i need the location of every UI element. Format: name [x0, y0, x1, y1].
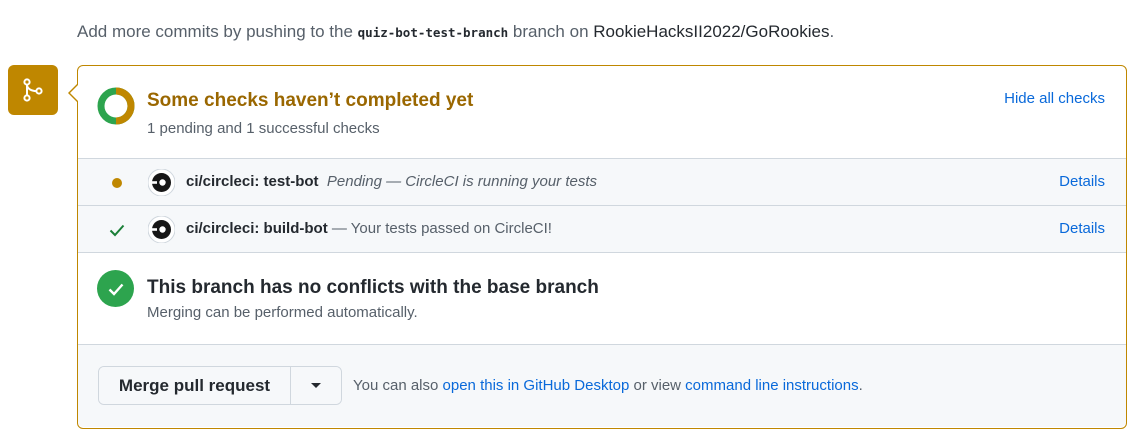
check-name: ci/circleci: test-bot	[186, 173, 319, 190]
check-icon	[109, 224, 125, 237]
merge-status-title: This branch has no conflicts with the ba…	[147, 277, 599, 298]
alt-suffix: .	[858, 377, 863, 394]
merge-status-subtitle: Merging can be performed automatically.	[147, 304, 418, 321]
circleci-logo-icon	[148, 216, 175, 243]
details-link-build-bot[interactable]: Details	[1059, 220, 1105, 237]
merge-status: This branch has no conflicts with the ba…	[78, 253, 1126, 345]
check-text-build-bot: ci/circleci: build-bot — Your tests pass…	[186, 220, 552, 237]
check-row-test-bot: ci/circleci: test-bot Pending — CircleCI…	[78, 159, 1126, 206]
checks-summary: Some checks haven’t completed yet 1 pend…	[78, 66, 1126, 159]
alternative-actions: You can also open this in GitHub Desktop…	[353, 377, 863, 394]
checks-title: Some checks haven’t completed yet	[147, 90, 474, 111]
details-link-test-bot[interactable]: Details	[1059, 173, 1105, 190]
hint-suffix: .	[829, 22, 835, 41]
triangle-down-icon	[311, 383, 321, 388]
hide-all-checks-link[interactable]: Hide all checks	[1004, 90, 1105, 107]
check-description: Pending — CircleCI is running your tests	[326, 173, 598, 190]
checks-subtitle: 1 pending and 1 successful checks	[147, 120, 380, 137]
merge-panel: Some checks haven’t completed yet 1 pend…	[68, 65, 1127, 429]
repository-name: RookieHacksII2022/GoRookies	[593, 22, 830, 41]
push-commits-hint: Add more commits by pushing to the quiz-…	[77, 22, 834, 42]
merge-pull-request-button[interactable]: Merge pull request	[99, 367, 291, 404]
pending-status-icon	[112, 178, 122, 188]
alt-middle: or view	[633, 377, 681, 394]
hint-middle: branch on	[512, 22, 589, 41]
git-merge-icon	[8, 65, 58, 115]
pull-request-merge-area: Add more commits by pushing to the quiz-…	[0, 0, 1133, 445]
command-line-instructions-link[interactable]: command line instructions	[685, 377, 858, 394]
check-text-test-bot: ci/circleci: test-bot Pending — CircleCI…	[186, 173, 597, 190]
circleci-logo-icon	[148, 169, 175, 196]
check-description: — Your tests passed on CircleCI!	[331, 220, 552, 237]
merge-actions: Merge pull request You can also open thi…	[78, 345, 1126, 427]
check-name: ci/circleci: build-bot	[186, 220, 328, 237]
branch-name: quiz-bot-test-branch	[357, 25, 509, 40]
check-row-build-bot: ci/circleci: build-bot — Your tests pass…	[78, 206, 1126, 253]
hint-prefix: Add more commits by pushing to the	[77, 22, 353, 41]
partial-progress-ring-icon	[97, 87, 135, 125]
merge-button-group: Merge pull request	[98, 366, 342, 405]
merge-method-dropdown-button[interactable]	[291, 367, 341, 404]
open-in-desktop-link[interactable]: open this in GitHub Desktop	[443, 377, 630, 394]
alt-prefix: You can also	[353, 377, 439, 394]
check-circle-icon	[97, 270, 134, 307]
